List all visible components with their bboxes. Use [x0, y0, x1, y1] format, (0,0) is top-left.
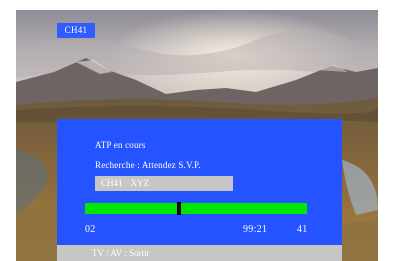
channel-number: CH41	[101, 178, 123, 188]
tv-screen: CH41 ATP en cours Recherche : Attendez S…	[16, 10, 378, 261]
frequency-readout: 99:21	[243, 224, 268, 235]
channel-name: XYZ	[130, 178, 150, 188]
search-message: Recherche : Attendez S.V.P.	[95, 160, 201, 170]
auto-tuning-panel: ATP en cours Recherche : Attendez S.V.P.…	[57, 119, 342, 245]
tuning-progress-marker	[177, 202, 181, 215]
channel-badge: CH41	[57, 23, 95, 38]
exit-hint-bar: TV / AV : Sortir	[57, 245, 342, 261]
tuning-status: ATP en cours	[95, 140, 146, 150]
band-readout: 02	[85, 224, 96, 235]
channel-name-field: CH41 XYZ	[95, 176, 233, 191]
channel-readout: 41	[297, 224, 308, 235]
tuning-progress-bar	[85, 202, 307, 215]
